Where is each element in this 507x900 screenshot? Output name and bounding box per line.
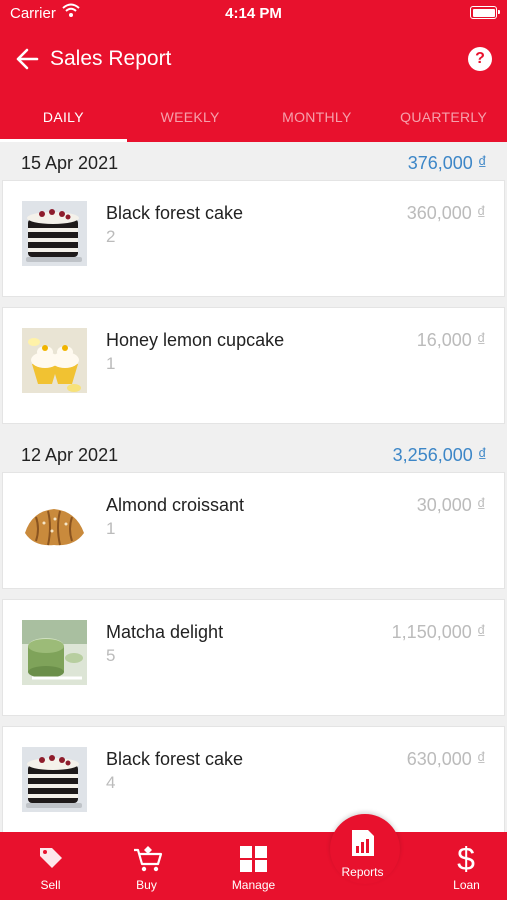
- list-item[interactable]: Almond croissant 1 30,000 ₫: [2, 472, 505, 589]
- svg-text:$: $: [457, 844, 475, 872]
- group-total: 3,256,000 ₫: [392, 445, 487, 465]
- battery-icon: [470, 6, 500, 19]
- status-bar: Carrier 4:14 PM: [0, 0, 507, 27]
- cart-icon: [134, 846, 163, 872]
- matcha-image: [22, 620, 87, 685]
- item-price: 1,150,000 ₫: [391, 622, 486, 642]
- nav-label: Sell: [40, 878, 61, 892]
- sales-list[interactable]: 15 Apr 2021 376,000 ₫ Black forest cake …: [0, 142, 507, 832]
- tag-icon: [40, 848, 62, 868]
- item-name: Honey lemon cupcake: [106, 330, 285, 350]
- report-icon: [352, 830, 374, 856]
- item-quantity: 1: [106, 354, 116, 373]
- period-tabs: DAILY WEEKLY MONTHLY QUARTERLY: [0, 90, 507, 142]
- group-total: 376,000 ₫: [407, 153, 487, 173]
- nav-sell[interactable]: Sell: [0, 832, 101, 900]
- item-quantity: 4: [106, 773, 116, 792]
- grid-icon: [240, 846, 267, 872]
- item-price: 360,000 ₫: [406, 203, 486, 223]
- list-item[interactable]: Black forest cake 2 360,000 ₫: [2, 180, 505, 297]
- item-quantity: 2: [106, 227, 116, 246]
- tab-daily[interactable]: DAILY: [0, 90, 127, 142]
- nav-label: Reports: [341, 865, 384, 879]
- black-forest-cake-image: [22, 747, 87, 812]
- nav-manage[interactable]: Manage: [203, 832, 304, 900]
- croissant-image: [22, 493, 87, 558]
- item-quantity: 1: [106, 519, 116, 538]
- item-price: 30,000 ₫: [416, 495, 486, 515]
- nav-label: Loan: [453, 878, 480, 892]
- group-date: 12 Apr 2021: [21, 445, 119, 465]
- nav-label: Manage: [231, 878, 276, 892]
- back-arrow-icon[interactable]: [14, 47, 40, 71]
- nav-buy[interactable]: Buy: [96, 832, 197, 900]
- item-quantity: 5: [106, 646, 116, 665]
- tab-quarterly[interactable]: QUARTERLY: [380, 90, 507, 142]
- nav-reports[interactable]: Reports: [312, 830, 413, 900]
- list-item[interactable]: Matcha delight 5 1,150,000 ₫: [2, 599, 505, 716]
- black-forest-cake-image: [22, 201, 87, 266]
- tab-monthly[interactable]: MONTHLY: [254, 90, 381, 142]
- nav-label: Buy: [136, 878, 157, 892]
- item-name: Almond croissant: [106, 495, 245, 515]
- list-item[interactable]: Black forest cake 4 630,000 ₫: [2, 726, 505, 832]
- item-price: 630,000 ₫: [406, 749, 486, 769]
- nav-loan[interactable]: $ Loan: [416, 832, 507, 900]
- tab-weekly[interactable]: WEEKLY: [127, 90, 254, 142]
- item-price: 16,000 ₫: [416, 330, 486, 350]
- date-header: 12 Apr 2021 3,256,000 ₫: [0, 434, 507, 472]
- dollar-icon: $: [457, 844, 475, 872]
- date-header: 15 Apr 2021 376,000 ₫: [0, 142, 507, 180]
- help-icon[interactable]: ?: [468, 47, 492, 71]
- bottom-nav: Sell Buy Manage Reports $ Loan: [0, 814, 507, 900]
- app-bar: Sales Report ?: [0, 27, 507, 90]
- page-title: Sales Report: [50, 47, 172, 70]
- item-name: Matcha delight: [106, 622, 224, 642]
- item-name: Black forest cake: [106, 749, 244, 769]
- status-time: 4:14 PM: [225, 5, 282, 22]
- item-name: Black forest cake: [106, 203, 244, 223]
- cupcake-image: [22, 328, 87, 393]
- group-date: 15 Apr 2021: [21, 153, 119, 173]
- list-item[interactable]: Honey lemon cupcake 1 16,000 ₫: [2, 307, 505, 424]
